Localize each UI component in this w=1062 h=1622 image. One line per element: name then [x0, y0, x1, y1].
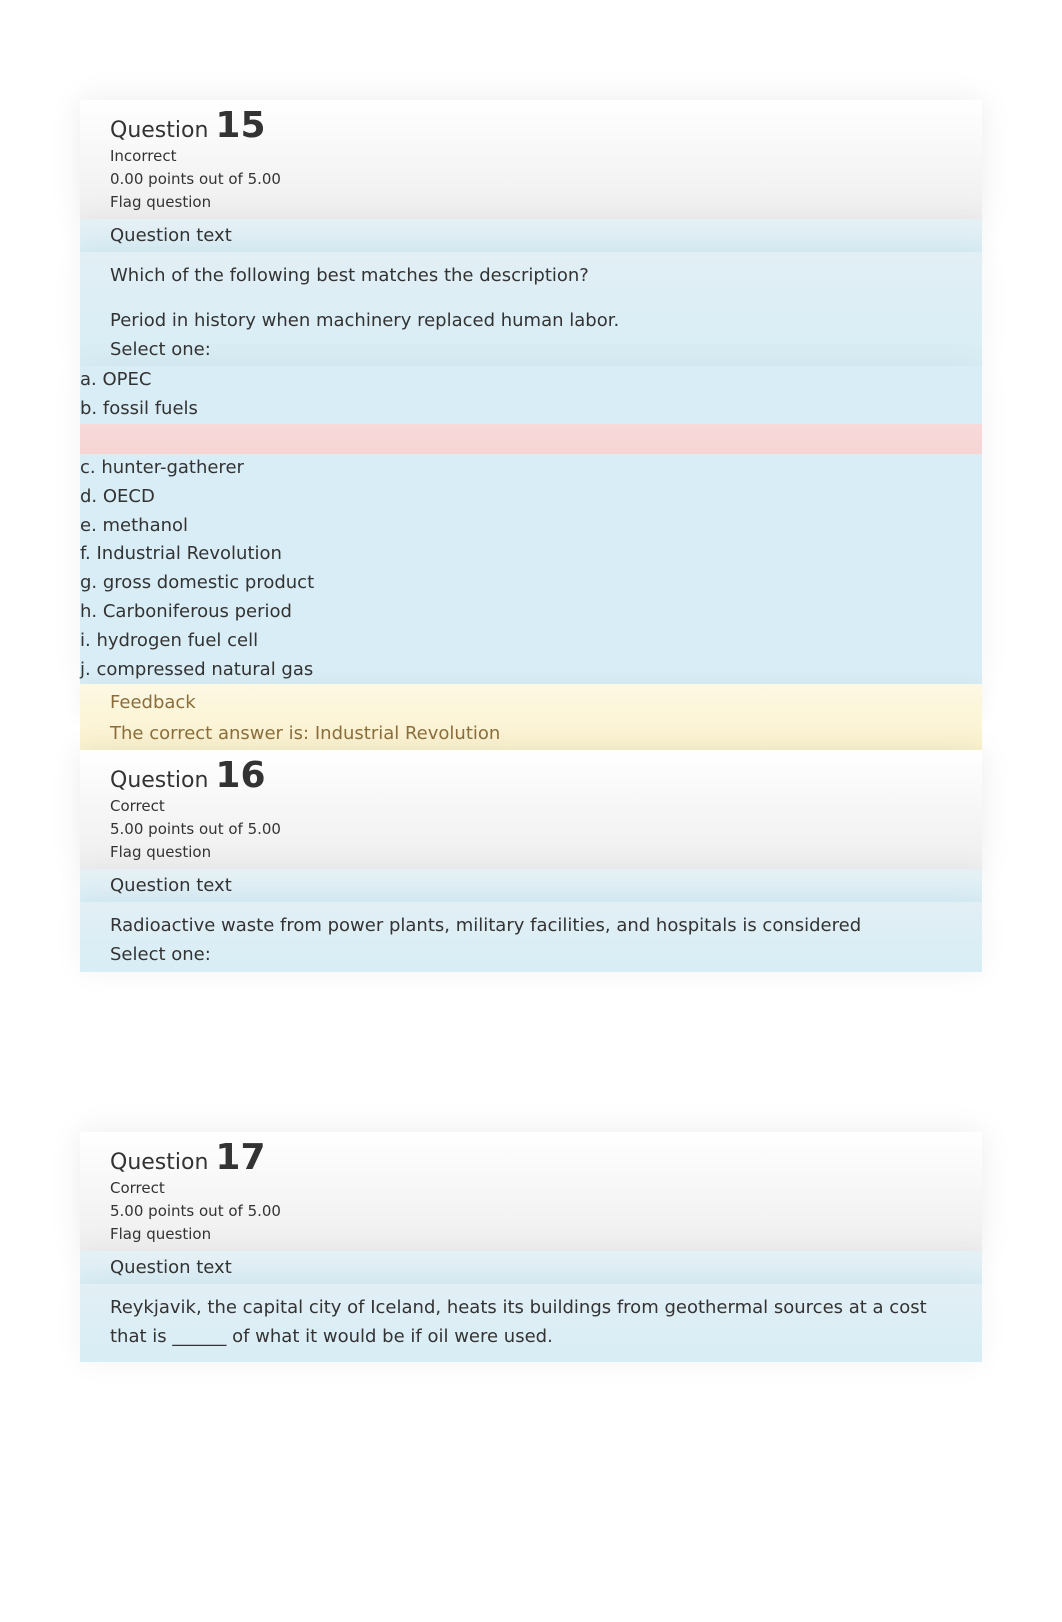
option-j[interactable]: j. compressed natural gas	[80, 656, 982, 685]
select-one-label: Select one:	[110, 941, 952, 970]
question-prompt: Radioactive waste from power plants, mil…	[110, 912, 952, 941]
feedback-text: The correct answer is: Industrial Revolu…	[80, 717, 982, 750]
flag-question-link[interactable]: Flag question	[110, 192, 952, 213]
option-g[interactable]: g. gross domestic product	[80, 569, 982, 598]
feedback-label: Feedback	[80, 684, 982, 717]
question-points: 0.00 points out of 5.00	[110, 169, 952, 190]
question-17: Question 17 Correct 5.00 points out of 5…	[80, 1132, 982, 1362]
select-one-label: Select one:	[110, 336, 952, 365]
option-f[interactable]: f. Industrial Revolution	[80, 540, 982, 569]
flag-question-link[interactable]: Flag question	[110, 1224, 952, 1245]
question-text-label: Question text	[80, 219, 982, 252]
question-15: Question 15 Incorrect 0.00 points out of…	[80, 100, 982, 750]
question-text-label: Question text	[80, 1251, 982, 1284]
question-title: Question 17	[110, 1140, 952, 1176]
question-status: Correct	[110, 1178, 952, 1199]
question-status: Correct	[110, 796, 952, 817]
option-i[interactable]: i. hydrogen fuel cell	[80, 627, 982, 656]
question-number: 15	[215, 105, 265, 146]
option-c[interactable]: c. hunter-gatherer	[80, 454, 982, 483]
question-body: Radioactive waste from power plants, mil…	[80, 902, 982, 972]
question-number: 17	[215, 1137, 265, 1178]
question-text-label: Question text	[80, 869, 982, 902]
question-points: 5.00 points out of 5.00	[110, 819, 952, 840]
question-status: Incorrect	[110, 146, 952, 167]
question-body: Reykjavik, the capital city of Iceland, …	[80, 1284, 982, 1362]
option-a[interactable]: a. OPEC	[80, 366, 982, 395]
question-description: Period in history when machinery replace…	[110, 307, 952, 336]
option-d[interactable]: d. OECD	[80, 483, 982, 512]
question-16: Question 16 Correct 5.00 points out of 5…	[80, 750, 982, 972]
question-number: 16	[215, 755, 265, 796]
answer-options: a. OPEC b. fossil fuels c. hunter-gather…	[80, 366, 982, 684]
question-prompt: Reykjavik, the capital city of Iceland, …	[110, 1294, 952, 1352]
question-body: Which of the following best matches the …	[80, 252, 982, 366]
question-label: Question	[110, 1150, 208, 1175]
option-selected-incorrect	[80, 424, 982, 454]
question-points: 5.00 points out of 5.00	[110, 1201, 952, 1222]
flag-question-link[interactable]: Flag question	[110, 842, 952, 863]
question-title: Question 16	[110, 758, 952, 794]
question-title: Question 15	[110, 108, 952, 144]
option-b[interactable]: b. fossil fuels	[80, 395, 982, 424]
question-label: Question	[110, 118, 208, 143]
question-header: Question 15 Incorrect 0.00 points out of…	[80, 100, 982, 219]
option-e[interactable]: e. methanol	[80, 512, 982, 541]
blank-space	[80, 972, 982, 1132]
question-label: Question	[110, 768, 208, 793]
option-h[interactable]: h. Carboniferous period	[80, 598, 982, 627]
question-header: Question 16 Correct 5.00 points out of 5…	[80, 750, 982, 869]
question-header: Question 17 Correct 5.00 points out of 5…	[80, 1132, 982, 1251]
question-prompt: Which of the following best matches the …	[110, 262, 952, 291]
